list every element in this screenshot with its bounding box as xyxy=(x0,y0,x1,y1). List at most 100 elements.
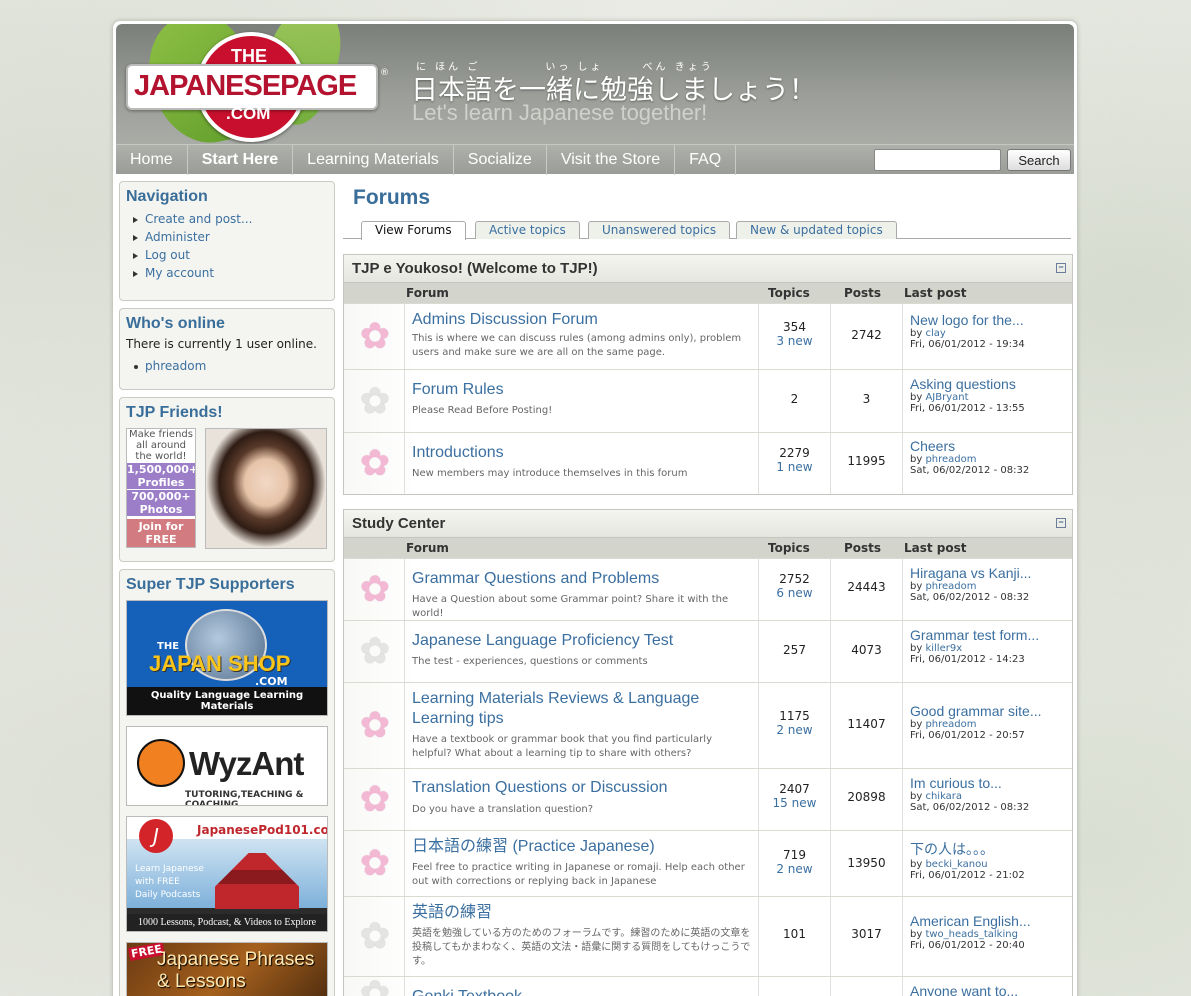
search-input[interactable] xyxy=(874,149,1001,171)
col-topics: Topics xyxy=(768,541,810,555)
last-post-author: by two_heads_talking xyxy=(910,929,1072,940)
nav-link-account[interactable]: My account xyxy=(132,264,334,282)
forum-description: Have a textbook or grammar book that you… xyxy=(412,734,712,759)
last-post-user-link[interactable]: becki_kanou xyxy=(925,859,987,870)
my-account-link[interactable]: My account xyxy=(145,266,214,280)
table-header: Forum Topics Posts Last post xyxy=(344,538,1072,558)
wyzant-banner[interactable]: WyzAnt TUTORING,TEACHING & COACHING xyxy=(126,726,328,806)
forum-description: New members may introduce themselves in … xyxy=(412,468,688,479)
last-post-cell: Asking questions by AJBryant Fri, 06/01/… xyxy=(910,370,1072,432)
posts-count: 13950 xyxy=(847,856,886,870)
friends-profile-photo[interactable] xyxy=(205,428,327,549)
tab-active-topics[interactable]: Active topics xyxy=(475,221,580,239)
forum-name-link[interactable]: Japanese Language Proficiency Test xyxy=(412,631,752,651)
last-post-title-link[interactable]: Good grammar site... xyxy=(910,703,1072,719)
new-topics-link[interactable]: 1 new xyxy=(759,460,830,474)
last-post-title-link[interactable]: Anyone want to... xyxy=(910,983,1072,996)
topics-count: 2 xyxy=(790,392,799,406)
forum-description: 英語を勉強している方のためのフォーラムです。練習のために英語の文章を投稿してもか… xyxy=(412,928,751,967)
whos-online-block: Who's online There is currently 1 user o… xyxy=(119,308,335,390)
by-label: by xyxy=(910,328,923,339)
new-topics-link[interactable]: 6 new xyxy=(759,586,830,600)
last-post-title-link[interactable]: New logo for the... xyxy=(910,312,1072,328)
forum-name-link[interactable]: Genki Textbook xyxy=(412,987,752,996)
topics-count: 1175 xyxy=(779,709,810,723)
nav-home[interactable]: Home xyxy=(116,145,188,175)
forum-name-link[interactable]: Learning Materials Reviews & Language Le… xyxy=(412,689,752,729)
last-post-title-link[interactable]: Im curious to... xyxy=(910,775,1072,791)
online-user-link[interactable]: phreadom xyxy=(145,359,206,373)
topics-cell: 719 2 new xyxy=(758,831,831,896)
new-topics-link[interactable]: 3 new xyxy=(759,334,830,348)
last-post-title-link[interactable]: Asking questions xyxy=(910,376,1072,392)
new-topics-link[interactable]: 2 new xyxy=(759,723,830,737)
last-post-author: by phreadom xyxy=(910,581,1072,592)
forum-section: Study Center − Forum Topics Posts Last p… xyxy=(343,509,1073,996)
last-post-user-link[interactable]: phreadom xyxy=(925,581,976,592)
collapse-icon[interactable]: − xyxy=(1056,518,1066,528)
last-post-title-link[interactable]: Grammar test form... xyxy=(910,627,1072,643)
friends-block: TJP Friends! Make friends all around the… xyxy=(119,397,335,562)
last-post-user-link[interactable]: clay xyxy=(925,328,945,339)
tab-new-updated-topics[interactable]: New & updated topics xyxy=(736,221,897,239)
forum-name-link[interactable]: 日本語の練習 (Practice Japanese) xyxy=(412,837,752,857)
new-posts-flower-icon: ✿ xyxy=(359,569,391,610)
create-post-link[interactable]: Create and post... xyxy=(145,212,252,226)
last-post-user-link[interactable]: phreadom xyxy=(925,454,976,465)
forum-tabs: View Forums Active topics Unanswered top… xyxy=(343,219,1071,240)
administer-link[interactable]: Administer xyxy=(145,230,210,244)
forum-description: Please Read Before Posting! xyxy=(412,405,553,416)
collapse-icon[interactable]: − xyxy=(1056,263,1066,273)
phrases-banner[interactable]: FREE Japanese Phrases & Lessons xyxy=(126,942,328,996)
friends-ad-banner[interactable]: Make friends all around the world! 1,500… xyxy=(126,428,196,548)
nav-socialize[interactable]: Socialize xyxy=(454,145,547,175)
topics-cell: 101 xyxy=(758,897,831,976)
last-post-title-link[interactable]: 下の人は。。。 xyxy=(910,839,1072,859)
forum-name-link[interactable]: Introductions xyxy=(412,443,752,463)
japan-shop-banner[interactable]: THE JAPAN SHOP .COM Quality Language Lea… xyxy=(126,600,328,716)
nav-start-here[interactable]: Start Here xyxy=(188,145,294,175)
new-topics-link[interactable]: 15 new xyxy=(759,796,830,810)
pagoda-icon xyxy=(215,853,299,909)
tab-view-forums[interactable]: View Forums xyxy=(361,221,466,240)
last-post-user-link[interactable]: killer9x xyxy=(925,643,962,654)
forum-name-link[interactable]: Admins Discussion Forum xyxy=(412,310,752,330)
last-post-title-link[interactable]: American English... xyxy=(910,913,1072,929)
forum-icon-cell: ✿ xyxy=(344,831,405,896)
forum-name-link[interactable]: Translation Questions or Discussion xyxy=(412,778,752,798)
nav-link-logout[interactable]: Log out xyxy=(132,246,334,264)
last-post-user-link[interactable]: phreadom xyxy=(925,719,976,730)
forum-name-link[interactable]: Forum Rules xyxy=(412,380,752,400)
search-button[interactable]: Search xyxy=(1007,149,1071,171)
friends-ad-line: Make friends xyxy=(129,429,193,440)
nav-link-administer[interactable]: Administer xyxy=(132,228,334,246)
forum-description: Do you have a translation question? xyxy=(412,804,594,815)
col-last-post: Last post xyxy=(904,541,967,555)
last-post-date: Sat, 06/02/2012 - 08:32 xyxy=(910,465,1030,476)
nav-learning-materials[interactable]: Learning Materials xyxy=(293,145,454,175)
last-post-user-link[interactable]: chikara xyxy=(925,791,962,802)
jpod-bottom-text: 1000 Lessons, Podcast, & Videos to Explo… xyxy=(127,914,327,931)
friends-join-label: Join for FREE xyxy=(127,519,195,547)
nav-link-create[interactable]: Create and post... xyxy=(132,210,334,228)
new-posts-flower-icon: ✿ xyxy=(359,443,391,484)
last-post-title-link[interactable]: Hiragana vs Kanji... xyxy=(910,565,1072,581)
nav-faq[interactable]: FAQ xyxy=(675,145,737,175)
topics-cell: 2279 1 new xyxy=(758,433,831,494)
main-content: Forums View Forums Active topics Unanswe… xyxy=(343,181,1073,996)
page-wrapper: JAPANESEPAGE THE .COM ® に ほん ご いっ しょ べん … xyxy=(112,20,1078,996)
last-post-title-link[interactable]: Cheers xyxy=(910,438,1072,454)
japanesepod-banner[interactable]: J JapanesePod101.com Learn Japanese with… xyxy=(126,816,328,932)
new-topics-link[interactable]: 2 new xyxy=(759,862,830,876)
forum-icon-cell: ✿ xyxy=(344,433,405,494)
forum-icon-cell: ✿ xyxy=(344,769,405,830)
tab-unanswered-topics[interactable]: Unanswered topics xyxy=(588,221,731,239)
nav-visit-store[interactable]: Visit the Store xyxy=(547,145,676,175)
last-post-user-link[interactable]: AJBryant xyxy=(925,392,968,403)
forum-name-link[interactable]: 英語の練習 xyxy=(412,903,752,923)
logout-link[interactable]: Log out xyxy=(145,248,190,262)
posts-cell: 3 xyxy=(831,370,903,432)
last-post-user-link[interactable]: two_heads_talking xyxy=(925,929,1017,940)
forum-name-link[interactable]: Grammar Questions and Problems xyxy=(412,569,752,589)
ant-mascot-icon xyxy=(137,739,185,787)
